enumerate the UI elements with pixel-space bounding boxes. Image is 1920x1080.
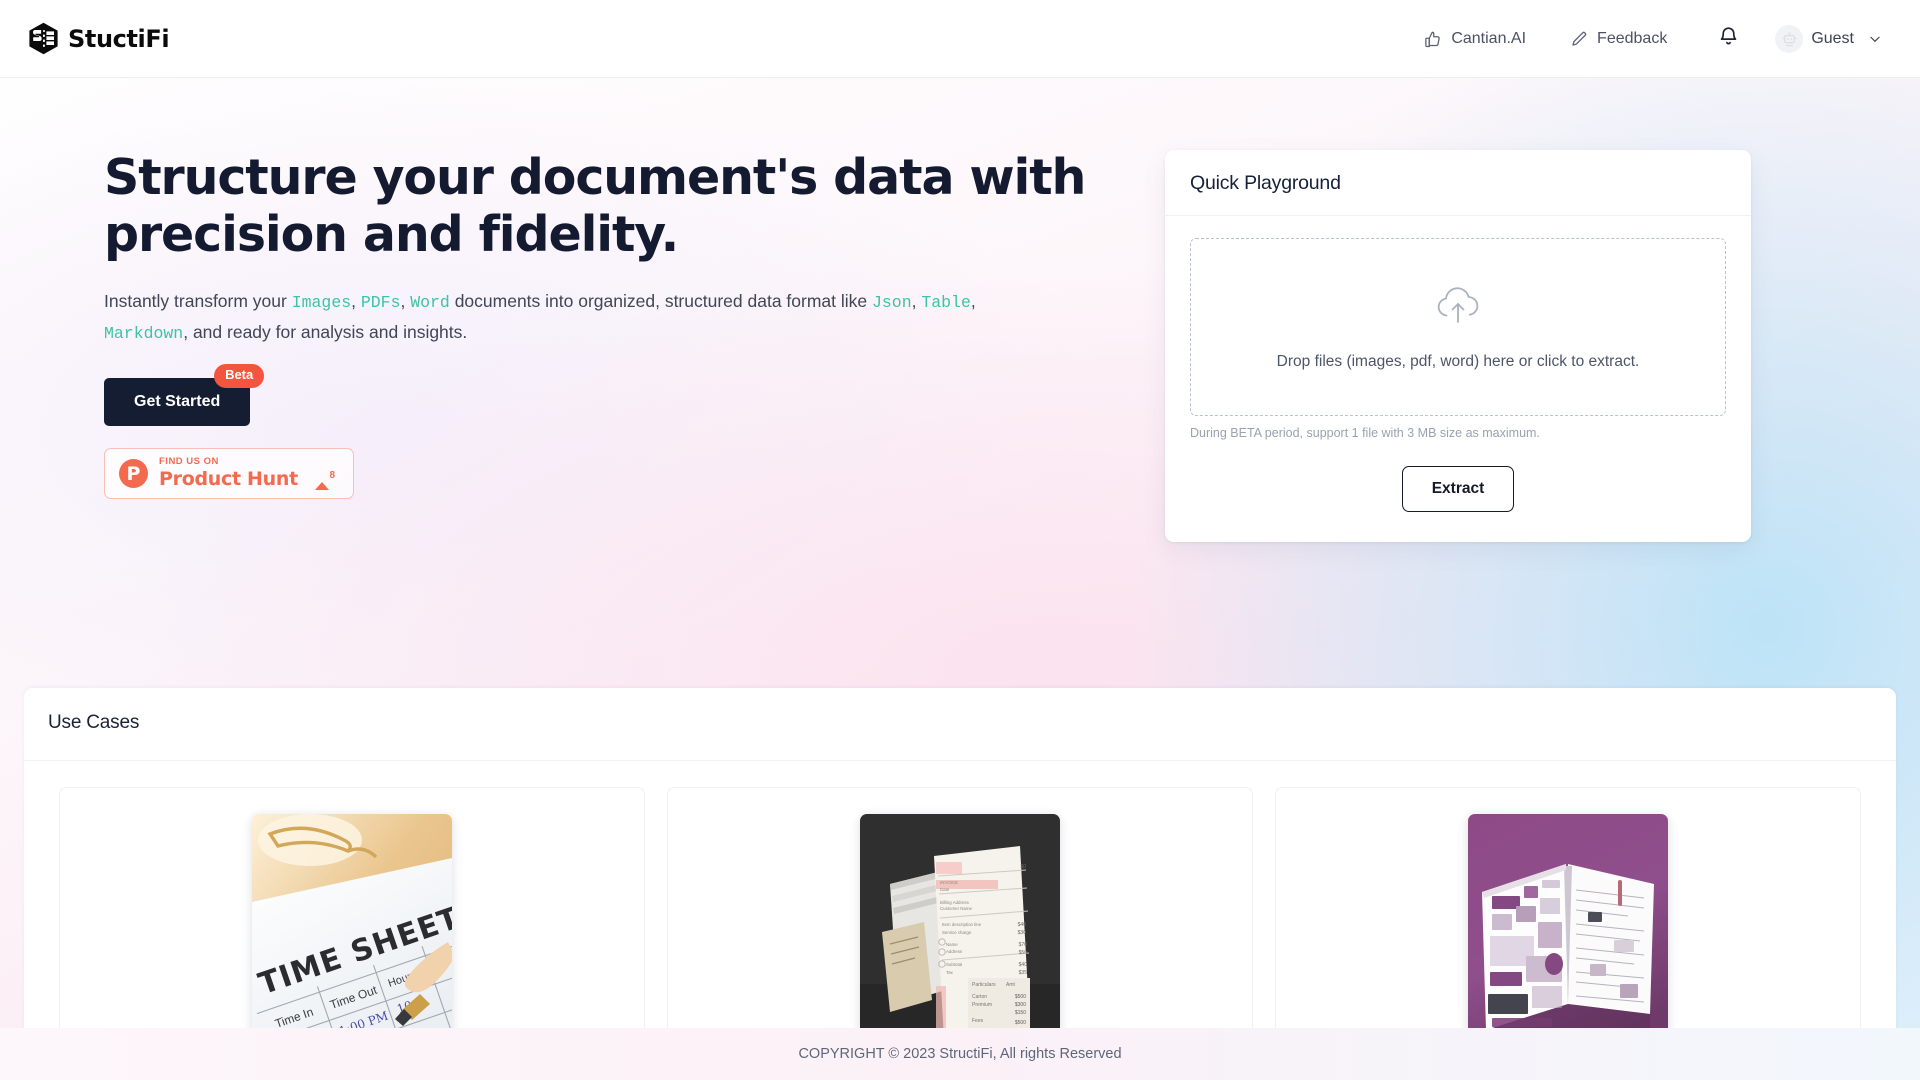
hexagon-layers-logo-icon (28, 22, 59, 55)
svg-text:Name: Name (946, 942, 958, 947)
triangle-up-icon (315, 464, 330, 490)
svg-text:$300: $300 (1015, 1002, 1026, 1008)
top-navbar: StuctiFi Cantian.AI Feedback Guest (0, 0, 1920, 78)
svg-text:$50: $50 (1019, 950, 1028, 956)
svg-text:$500: $500 (1015, 1020, 1026, 1026)
avatar (1775, 24, 1804, 53)
svg-text:Address: Address (946, 949, 963, 954)
subtitle-sep-3: , (911, 290, 922, 311)
svg-text:Tax: Tax (946, 970, 954, 975)
svg-text:Fees: Fees (972, 1018, 984, 1024)
svg-text:$0: $0 (1020, 864, 1026, 870)
header-actions: Cantian.AI Feedback Guest (1402, 18, 1882, 60)
nav-feedback[interactable]: Feedback (1548, 22, 1689, 56)
hero-copy: Structure your document's data with prec… (0, 149, 1165, 542)
product-hunt-small-label: FIND US ON (159, 456, 219, 468)
svg-text:Item description line: Item description line (942, 922, 982, 927)
quick-playground-card: Quick Playground Drop files (images, pdf… (1165, 150, 1751, 542)
subtitle-sep-2: , (400, 290, 411, 311)
svg-text:$40: $40 (1019, 962, 1028, 968)
svg-text:$30: $30 (1018, 930, 1027, 936)
nav-cantian-ai-label: Cantian.AI (1451, 29, 1527, 47)
keyword-word: Word (410, 292, 450, 312)
use-case-card-receipt[interactable]: INVOICE Date Billing Address Customer Na… (667, 787, 1253, 1067)
svg-text:Subtotal: Subtotal (946, 962, 962, 967)
nav-feedback-label: Feedback (1597, 29, 1668, 47)
use-cases-header: Use Cases (24, 688, 1896, 761)
subtitle-sep-4: , (970, 290, 976, 311)
svg-text:Billing Address: Billing Address (940, 900, 970, 905)
hero-subtitle: Instantly transform your Images, PDFs, W… (104, 286, 1034, 349)
copyright-text: COPYRIGHT © 2023 StructiFi, All rights R… (798, 1046, 1122, 1062)
extract-row: Extract (1190, 466, 1726, 512)
use-cases-grid: TIME SHEET Time In Time Out Hours 1:00 P… (24, 761, 1896, 1067)
svg-text:$500: $500 (1015, 994, 1026, 1000)
beta-badge: Beta (214, 364, 265, 388)
user-menu[interactable]: Guest (1775, 24, 1882, 53)
product-hunt-vote-count: 8 (329, 469, 335, 481)
bell-icon (1718, 26, 1739, 52)
page-title: Structure your document's data with prec… (104, 149, 1086, 263)
brand-logo-link[interactable]: StuctiFi (28, 22, 170, 55)
svg-text:Amt: Amt (1006, 982, 1016, 988)
playground-hint: During BETA period, support 1 file with … (1190, 426, 1540, 440)
playground-header: Quick Playground (1165, 150, 1751, 216)
keyword-images: Images (291, 292, 352, 312)
playground-title: Quick Playground (1190, 172, 1341, 194)
svg-text:Carton: Carton (972, 994, 987, 1000)
playground-body: Drop files (images, pdf, word) here or c… (1165, 216, 1751, 542)
product-hunt-upvote[interactable]: 8 (315, 464, 339, 490)
subtitle-text-2: documents into organized, structured dat… (449, 290, 872, 311)
svg-text:Service charge: Service charge (942, 930, 972, 935)
nav-cantian-ai[interactable]: Cantian.AI (1402, 22, 1548, 56)
use-cases-title: Use Cases (48, 712, 140, 733)
footer: COPYRIGHT © 2023 StructiFi, All rights R… (0, 1028, 1920, 1080)
cloud-upload-icon (1432, 284, 1484, 331)
svg-text:$70: $70 (1019, 942, 1028, 948)
use-case-card-catalog[interactable] (1275, 787, 1861, 1067)
keyword-pdfs: PDFs (360, 292, 401, 312)
hero-section: Structure your document's data with prec… (0, 78, 1920, 542)
svg-text:Date: Date (940, 887, 950, 892)
pencil-icon (1570, 30, 1588, 48)
product-hunt-badge[interactable]: P FIND US ON Product Hunt 8 (104, 448, 354, 500)
product-hunt-logo-icon: P (119, 459, 148, 489)
svg-text:Premium: Premium (972, 1002, 992, 1008)
user-name: Guest (1811, 29, 1854, 47)
product-hunt-big-label: Product Hunt (159, 467, 298, 490)
svg-text:$35: $35 (1019, 970, 1028, 976)
file-dropzone[interactable]: Drop files (images, pdf, word) here or c… (1190, 238, 1726, 416)
svg-text:$40: $40 (1018, 922, 1027, 928)
keyword-markdown: Markdown (104, 324, 184, 344)
cta-wrapper: Get Started Beta (104, 364, 265, 427)
subtitle-sep-1: , (351, 290, 361, 311)
notifications-button[interactable] (1707, 18, 1749, 60)
product-hunt-text: FIND US ON Product Hunt (159, 456, 315, 490)
subtitle-text-3: , and ready for analysis and insights. (183, 322, 468, 343)
use-case-card-timesheet[interactable]: TIME SHEET Time In Time Out Hours 1:00 P… (59, 787, 645, 1067)
chevron-down-icon (1868, 32, 1882, 46)
svg-text:$150: $150 (1015, 1010, 1026, 1016)
page-root: StuctiFi Cantian.AI Feedback Guest Struc… (0, 0, 1920, 1080)
hero-panel-column: Quick Playground Drop files (images, pdf… (1165, 150, 1920, 542)
keyword-json: Json (872, 292, 912, 312)
svg-text:Particulars: Particulars (972, 982, 996, 988)
svg-text:INVOICE: INVOICE (940, 880, 958, 885)
extract-button[interactable]: Extract (1401, 466, 1515, 512)
subtitle-text-1: Instantly transform your (104, 290, 292, 311)
brand-name: StuctiFi (68, 24, 170, 53)
dropzone-label: Drop files (images, pdf, word) here or c… (1276, 352, 1640, 370)
use-cases-panel: Use Cases TIME SHEET Time In Time Out Ho… (24, 688, 1896, 1067)
svg-text:Customer Name: Customer Name (940, 906, 973, 911)
keyword-table: Table (921, 292, 971, 312)
thumbs-up-icon (1424, 30, 1442, 48)
